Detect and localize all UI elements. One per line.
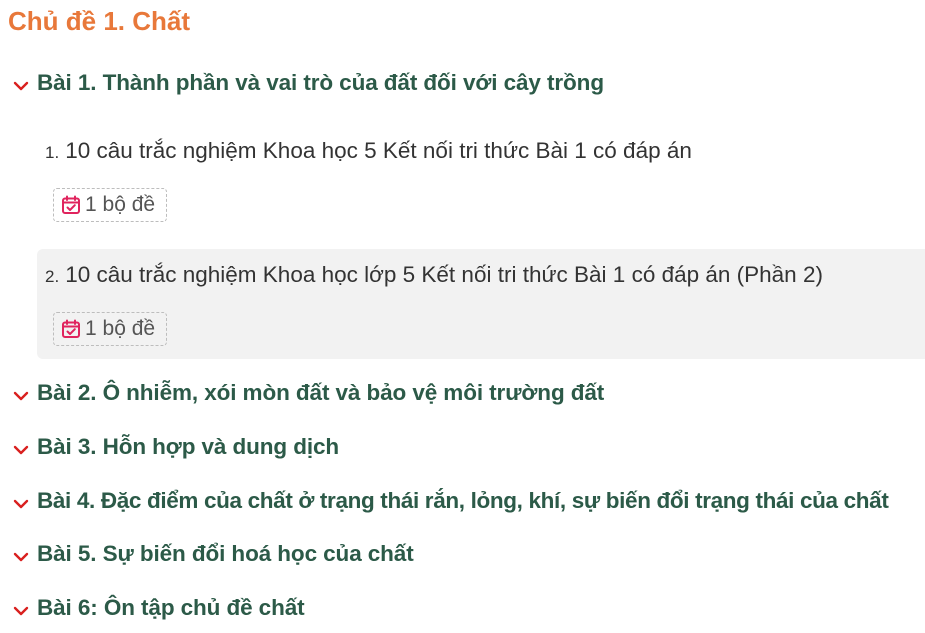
quiz-count-badge-1[interactable]: 1 bộ đề xyxy=(53,188,167,222)
quiz-link-1[interactable]: 1. 10 câu trắc nghiệm Khoa học 5 Kết nối… xyxy=(45,138,692,164)
lesson-toggle-3[interactable]: Bài 3. Hỗn hợp và dung dịch xyxy=(12,432,339,462)
badge-text: 1 bộ đề xyxy=(85,193,156,216)
chevron-down-icon xyxy=(13,391,29,401)
chevron-down-icon xyxy=(13,606,29,616)
calendar-check-icon xyxy=(62,195,80,214)
lesson-toggle-2[interactable]: Bài 2. Ô nhiễm, xói mòn đất và bảo vệ mô… xyxy=(12,378,604,408)
quiz-title: 10 câu trắc nghiệm Khoa học lớp 5 Kết nố… xyxy=(65,262,823,287)
calendar-check-icon xyxy=(62,319,80,338)
lesson-label: Bài 3. Hỗn hợp và dung dịch xyxy=(37,434,340,459)
lesson-toggle-5[interactable]: Bài 5. Sự biến đổi hoá học của chất xyxy=(12,539,414,569)
quiz-number: 2. xyxy=(45,267,60,286)
topic-title: Chủ đề 1. Chất xyxy=(8,6,191,36)
quiz-item-1: 1. 10 câu trắc nghiệm Khoa học 5 Kết nối… xyxy=(37,125,925,241)
lesson-toggle-4[interactable]: Bài 4. Đặc điểm của chất ở trạng thái rắ… xyxy=(12,486,889,516)
chevron-down-icon xyxy=(13,81,29,91)
lesson-label: Bài 4. Đặc điểm của chất ở trạng thái rắ… xyxy=(37,488,889,513)
quiz-item-2: 2. 10 câu trắc nghiệm Khoa học lớp 5 Kết… xyxy=(37,249,925,359)
badge-text: 1 bộ đề xyxy=(85,317,156,340)
quiz-count-badge-2[interactable]: 1 bộ đề xyxy=(53,312,167,346)
chevron-down-icon xyxy=(13,552,29,562)
lesson-label: Bài 2. Ô nhiễm, xói mòn đất và bảo vệ mô… xyxy=(37,380,605,405)
quiz-link-2[interactable]: 2. 10 câu trắc nghiệm Khoa học lớp 5 Kết… xyxy=(45,262,823,288)
chevron-down-icon xyxy=(13,499,29,509)
lesson-label: Bài 1. Thành phần và vai trò của đất đối… xyxy=(37,70,604,95)
chevron-down-icon xyxy=(13,445,29,455)
quiz-title: 10 câu trắc nghiệm Khoa học 5 Kết nối tr… xyxy=(65,138,692,163)
lesson-label: Bài 5. Sự biến đổi hoá học của chất xyxy=(37,541,414,566)
quiz-number: 1. xyxy=(45,143,60,162)
lesson-toggle-1[interactable]: Bài 1. Thành phần và vai trò của đất đối… xyxy=(12,68,604,98)
lesson-label: Bài 6: Ôn tập chủ đề chất xyxy=(37,595,305,620)
lesson-toggle-6[interactable]: Bài 6: Ôn tập chủ đề chất xyxy=(12,593,305,623)
